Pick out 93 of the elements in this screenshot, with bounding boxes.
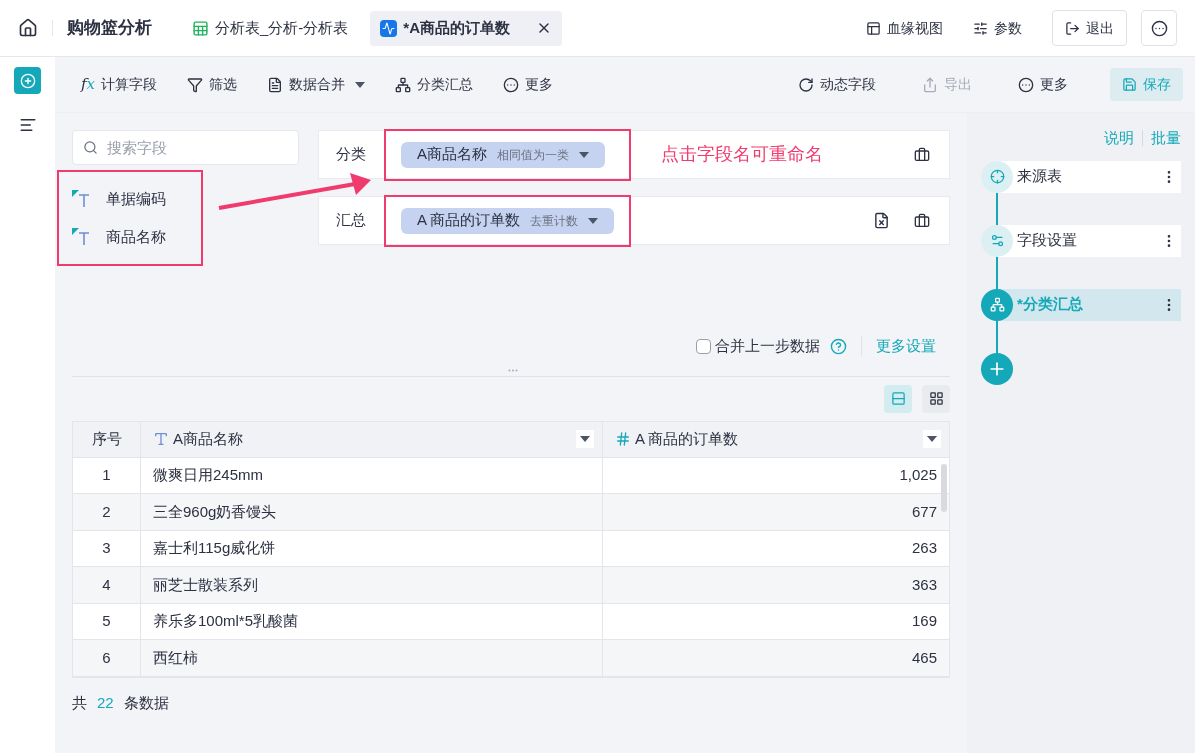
add-button[interactable]	[14, 67, 41, 94]
config-label: 汇总	[335, 210, 367, 231]
toolbox-icon[interactable]	[914, 146, 930, 163]
table-cell: 丽芝士散装系列	[141, 567, 603, 603]
search-field[interactable]: 搜索字段	[72, 130, 299, 165]
scrollbar[interactable]	[941, 463, 947, 512]
caret-icon	[588, 217, 599, 224]
checkbox-label: 合并上一步数据	[715, 336, 820, 356]
table-cell-text: 263	[910, 538, 938, 558]
file-tab[interactable]: 分析表_分析-分析表	[182, 10, 359, 46]
help-icon[interactable]	[830, 337, 847, 355]
more-icon	[1150, 19, 1168, 37]
view-toggle[interactable]	[884, 384, 912, 413]
step-label: 来源表	[1017, 166, 1063, 187]
caret-icon	[579, 151, 589, 158]
table-cell: 微爽日用245mm	[141, 457, 603, 493]
column-menu-button[interactable]	[923, 430, 941, 448]
column-header[interactable]: 序号	[73, 421, 141, 457]
toolbar-button[interactable]: 动态字段	[794, 74, 880, 95]
table-cell-text: 1,025	[898, 465, 938, 485]
table-cell-text: 465	[910, 647, 938, 668]
table-cell: 5	[73, 603, 141, 639]
more-icon	[503, 76, 520, 93]
number-type-icon	[615, 431, 631, 447]
config-label: 分类	[335, 144, 367, 165]
lineage-icon	[866, 20, 881, 36]
step-label: *分类汇总	[1017, 294, 1084, 315]
hierarchy-icon	[395, 76, 412, 93]
caret-icon	[927, 436, 937, 442]
text-field-icon	[72, 189, 92, 208]
toolbar-button[interactable]: 分类汇总	[391, 74, 478, 95]
checkbox[interactable]	[696, 338, 711, 354]
list-icon[interactable]	[18, 116, 37, 134]
header-button[interactable]: 血缘视图	[866, 17, 943, 39]
toolbar-button[interactable]: 数据合并	[263, 74, 370, 95]
document-icon	[267, 76, 284, 93]
table-cell: 1	[73, 457, 141, 493]
footer-text: 共	[72, 692, 87, 713]
save-icon	[1122, 77, 1137, 92]
table-cell: 3	[73, 530, 141, 566]
toolbar-button[interactable]: fx 计算字段	[77, 73, 162, 96]
field-chip[interactable]: A商品名称 相同值为一类	[401, 141, 605, 168]
caret-icon	[580, 436, 590, 442]
toolbox-icon[interactable]	[914, 212, 930, 229]
table-cell: 2	[73, 494, 141, 530]
toolbar-button[interactable]: 更多	[499, 74, 558, 95]
column-header[interactable]: A商品名称	[141, 421, 603, 457]
step-label: 字段设置	[1017, 230, 1078, 251]
text-type-icon	[153, 431, 169, 447]
exit-button[interactable]: 退出	[1052, 10, 1127, 46]
table-cell: 嘉士利115g威化饼	[141, 530, 603, 566]
footer-text: 条数据	[123, 692, 169, 713]
add-step-button[interactable]	[981, 352, 1013, 385]
table-cell: 4	[73, 567, 141, 603]
header-button[interactable]: 参数	[973, 17, 1022, 39]
search-icon	[83, 140, 98, 155]
export-icon	[922, 76, 938, 93]
table-cell: 6	[73, 640, 141, 676]
plus-icon	[19, 72, 36, 89]
more-button[interactable]	[1141, 10, 1177, 46]
table-cell-text: 677	[910, 501, 938, 522]
hint-text: 点击字段名可重命名	[661, 143, 823, 166]
table-cell: 西红柿	[141, 640, 603, 676]
rows-icon	[890, 391, 906, 406]
resize-handle-icon[interactable]	[508, 368, 518, 372]
function-glyph: fx	[81, 74, 96, 96]
table-cell: 养乐多100ml*5乳酸菌	[141, 603, 603, 639]
exit-icon	[1065, 20, 1080, 36]
view-toggle[interactable]	[922, 384, 950, 413]
file-tab[interactable]: *A商品的订单数	[370, 10, 562, 46]
caret-icon	[355, 81, 366, 88]
more-icon	[1018, 76, 1034, 93]
table-cell-text: 363	[910, 574, 938, 595]
row-count: 22	[97, 692, 114, 713]
refresh-icon	[798, 76, 814, 93]
chart-icon	[380, 19, 398, 37]
column-menu-button[interactable]	[576, 430, 594, 448]
table-cell: 三全960g奶香馒头	[141, 494, 603, 530]
toolbar-button[interactable]: 更多	[1014, 74, 1072, 95]
table-icon	[192, 19, 209, 37]
field-chip[interactable]: A 商品的订单数 去重计数	[401, 207, 615, 234]
filter-icon	[187, 76, 204, 93]
clear-icon[interactable]	[873, 212, 890, 229]
text-field-icon	[72, 228, 92, 247]
home-icon[interactable]	[18, 18, 38, 38]
field-item[interactable]: 单据编码	[106, 187, 166, 210]
table-cell-text: 169	[910, 611, 938, 631]
sliders-icon	[973, 20, 988, 36]
field-item[interactable]: 商品名称	[106, 226, 166, 249]
column-header[interactable]: A 商品的订单数	[603, 421, 949, 457]
app-title: 购物篮分析	[67, 17, 152, 40]
toolbar-button[interactable]: 筛选	[183, 74, 242, 95]
grid-icon	[928, 391, 944, 406]
